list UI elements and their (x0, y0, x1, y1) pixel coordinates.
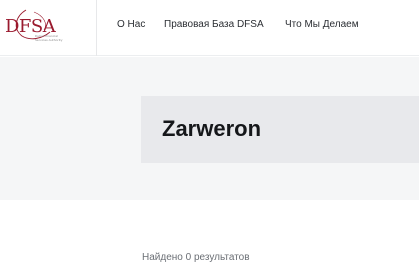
nav-item-what-we-do[interactable]: Что Мы Делаем (285, 0, 359, 56)
page-title: Zarweron (162, 116, 262, 141)
search-results-count: Найдено 0 результатов (142, 252, 250, 263)
logo-tagline-line2: Services Authority (35, 37, 63, 42)
page-title-box: Zarweron (141, 96, 419, 163)
nav-item-about-us[interactable]: О Нас (117, 0, 145, 56)
nav-item-legal-framework[interactable]: Правовая База DFSA (164, 0, 264, 56)
logo-container: DFSA Dubai Financial Services Authority (0, 0, 97, 56)
top-navigation-bar: DFSA Dubai Financial Services Authority … (0, 0, 419, 56)
